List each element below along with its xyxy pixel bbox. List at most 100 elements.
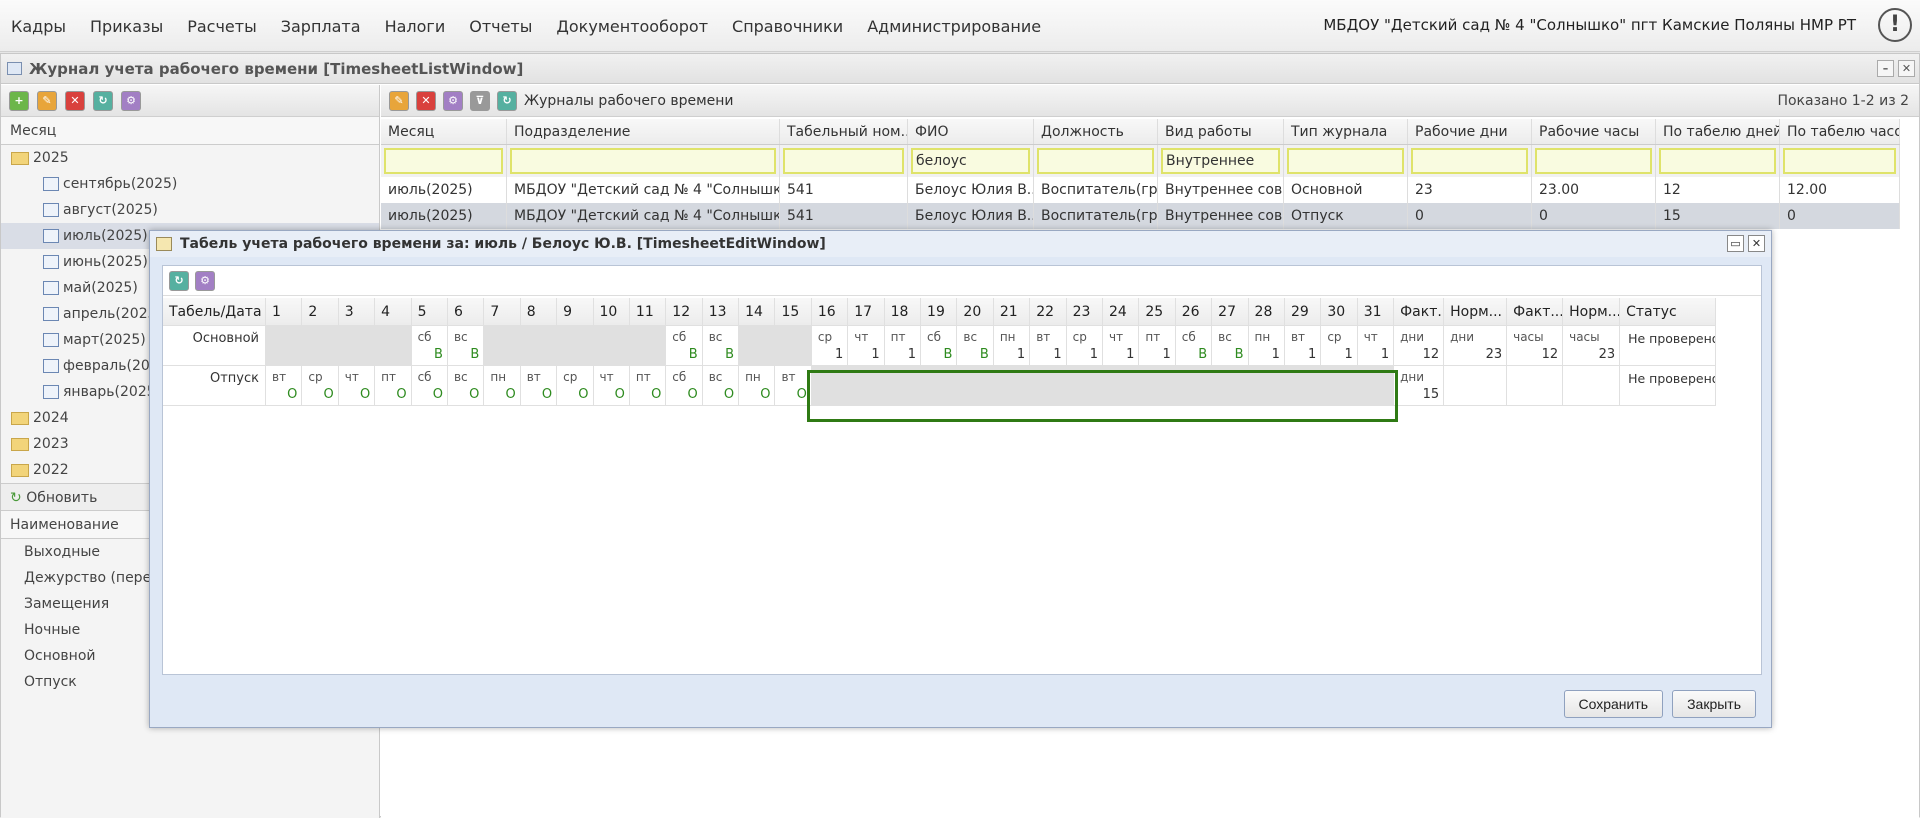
month-column-header[interactable]: Месяц xyxy=(1,117,379,145)
close-icon[interactable]: ✕ xyxy=(1748,235,1765,252)
grid-column-header[interactable]: По табелю часов xyxy=(1780,119,1900,144)
day-cell[interactable]: вс В xyxy=(1212,326,1249,366)
tree-item[interactable]: 2025 xyxy=(1,145,379,171)
day-cell[interactable]: чт О xyxy=(338,366,376,406)
day-cell[interactable]: ср О xyxy=(302,366,339,406)
grid-column-header[interactable]: По табелю дней xyxy=(1656,119,1780,144)
day-cell[interactable] xyxy=(484,326,521,366)
day-cell[interactable]: вт О xyxy=(520,366,558,406)
day-cell[interactable]: пн 1 xyxy=(1248,326,1285,366)
day-cell[interactable]: ср 1 xyxy=(811,326,849,366)
day-cell[interactable] xyxy=(338,326,376,366)
day-cell[interactable]: сб В xyxy=(1175,326,1213,366)
day-cell[interactable]: вс В xyxy=(957,326,994,366)
day-cell[interactable]: сб В xyxy=(411,326,448,366)
filter-input[interactable] xyxy=(1659,148,1776,174)
tree-item[interactable]: август(2025) xyxy=(1,197,379,223)
grid-column-header[interactable]: ФИО xyxy=(908,119,1034,144)
grid-column-header[interactable]: Рабочие дни xyxy=(1408,119,1532,144)
day-cell[interactable] xyxy=(629,326,667,366)
day-cell[interactable]: чт 1 xyxy=(1102,326,1140,366)
filter-input[interactable] xyxy=(1287,148,1404,174)
day-cell[interactable]: ср 1 xyxy=(1066,326,1103,366)
day-cell[interactable] xyxy=(557,326,594,366)
menu-item-8[interactable]: Администрирование xyxy=(855,17,1053,36)
day-cell[interactable] xyxy=(775,326,812,366)
filter-input[interactable] xyxy=(510,148,776,174)
menu-item-6[interactable]: Документооборот xyxy=(544,17,720,36)
table-row[interactable]: июль(2025) МБДОУ "Детский сад № 4 "Солныш… xyxy=(381,203,1900,229)
grid-column-header[interactable]: Вид работы xyxy=(1158,119,1284,144)
menu-item-5[interactable]: Отчеты xyxy=(457,17,544,36)
menu-item-4[interactable]: Налоги xyxy=(373,17,458,36)
menu-item-1[interactable]: Приказы xyxy=(78,17,175,36)
actions-menu-icon[interactable]: ⚙ xyxy=(121,90,141,111)
actions-menu-icon[interactable]: ⚙ xyxy=(443,90,463,111)
day-cell[interactable]: сб В xyxy=(921,326,958,366)
grid-column-header[interactable]: Подразделение xyxy=(507,119,780,144)
day-cell[interactable]: пт 1 xyxy=(884,326,922,366)
day-cell[interactable]: ср 1 xyxy=(1321,326,1358,366)
maximize-icon[interactable]: ▭ xyxy=(1727,235,1744,252)
day-cell[interactable] xyxy=(375,326,412,366)
day-cell[interactable]: пт О xyxy=(629,366,667,406)
day-cell[interactable]: вт 1 xyxy=(1284,326,1322,366)
close-button[interactable]: Закрыть xyxy=(1672,690,1756,718)
day-cell[interactable]: вт 1 xyxy=(1030,326,1067,366)
menu-item-3[interactable]: Зарплата xyxy=(269,17,373,36)
day-cell[interactable]: вс В xyxy=(702,326,740,366)
day-cell[interactable]: чт 1 xyxy=(848,326,885,366)
tree-item[interactable]: сентябрь(2025) xyxy=(1,171,379,197)
day-cell[interactable]: вс О xyxy=(447,366,485,406)
day-cell[interactable]: чт 1 xyxy=(1357,326,1395,366)
day-cell[interactable]: пт 1 xyxy=(1139,326,1176,366)
day-cell[interactable]: сб В xyxy=(666,326,703,366)
actions-menu-icon[interactable]: ⚙ xyxy=(195,270,215,291)
delete-icon[interactable]: ✕ xyxy=(416,90,436,111)
day-cell[interactable] xyxy=(302,326,339,366)
close-icon[interactable]: ✕ xyxy=(1898,60,1915,77)
day-cell[interactable]: вс В xyxy=(447,326,485,366)
add-icon[interactable]: + xyxy=(9,90,29,111)
day-cell[interactable]: чт О xyxy=(593,366,630,406)
day-cell[interactable] xyxy=(593,326,630,366)
grid-column-header[interactable]: Табельный ном... xyxy=(780,119,908,144)
filter-input[interactable] xyxy=(783,148,904,174)
day-cell[interactable]: вт О xyxy=(266,366,303,406)
day-cell[interactable]: вс О xyxy=(702,366,740,406)
filter-input[interactable]: белоус xyxy=(911,148,1030,174)
grid-column-header[interactable]: Тип журнала xyxy=(1284,119,1408,144)
day-cell[interactable]: сб О xyxy=(666,366,703,406)
menu-item-2[interactable]: Расчеты xyxy=(175,17,269,36)
grid-column-header[interactable]: Должность xyxy=(1034,119,1158,144)
minimize-icon[interactable]: – xyxy=(1877,60,1894,77)
filter-clear-icon[interactable]: ⊽ xyxy=(470,90,490,111)
refresh-icon[interactable]: ↻ xyxy=(169,270,189,291)
menu-item-7[interactable]: Справочники xyxy=(720,17,855,36)
filter-input[interactable] xyxy=(384,148,503,174)
day-cell[interactable]: пн 1 xyxy=(993,326,1031,366)
day-cell[interactable] xyxy=(520,326,558,366)
day-cell[interactable]: пн О xyxy=(739,366,776,406)
delete-icon[interactable]: ✕ xyxy=(65,90,85,111)
filter-input[interactable] xyxy=(1783,148,1896,174)
edit-icon[interactable]: ✎ xyxy=(389,90,409,111)
refresh-icon[interactable]: ↻ xyxy=(93,90,113,111)
save-button[interactable]: Сохранить xyxy=(1563,690,1664,718)
filter-input[interactable] xyxy=(1037,148,1154,174)
day-cell[interactable]: сб О xyxy=(411,366,448,406)
table-row[interactable]: июль(2025) МБДОУ "Детский сад № 4 "Солныш… xyxy=(381,177,1900,203)
day-cell[interactable]: пн О xyxy=(484,366,521,406)
grid-column-header[interactable]: Месяц xyxy=(381,119,507,144)
day-cell[interactable]: пт О xyxy=(375,366,412,406)
menu-item-0[interactable]: Кадры xyxy=(0,17,78,36)
filter-input[interactable]: Внутреннее xyxy=(1161,148,1280,174)
filter-input[interactable] xyxy=(1535,148,1652,174)
filter-input[interactable] xyxy=(1411,148,1528,174)
edit-icon[interactable]: ✎ xyxy=(37,90,57,111)
day-cell[interactable] xyxy=(739,326,776,366)
day-cell[interactable]: ср О xyxy=(557,366,594,406)
alert-icon[interactable]: ! xyxy=(1878,8,1912,42)
refresh-icon[interactable]: ↻ xyxy=(497,90,517,111)
day-cell[interactable] xyxy=(266,326,303,366)
